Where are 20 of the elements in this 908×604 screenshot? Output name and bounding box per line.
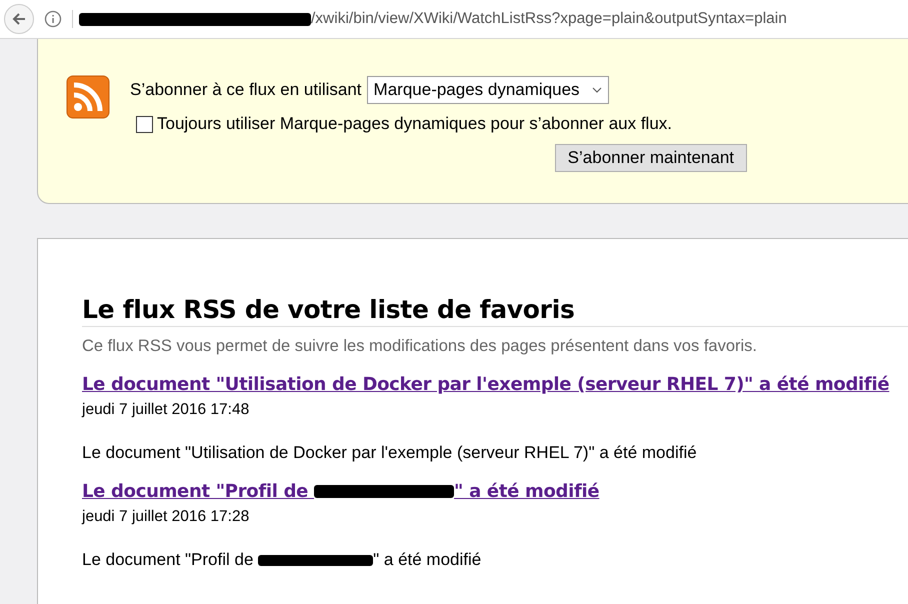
info-icon[interactable] [44, 10, 62, 28]
feed-title: Le flux RSS de votre liste de favoris [82, 295, 908, 327]
back-button[interactable] [4, 4, 34, 34]
entry-summary: Le document "Profil de [82, 550, 254, 570]
entry-summary: Le document "Utilisation de Docker par l'exemple (serveur RHEL 7)" a été modifié [82, 443, 697, 463]
feed-reader-dropdown[interactable]: Marque-pages dynamiques [366, 76, 609, 104]
checkbox[interactable] [136, 116, 153, 132]
checkbox-label: Toujours utiliser Marque-pages dynamiques pour s’abonner aux flux. [157, 114, 672, 134]
entry-link[interactable]: Le document "Utilisation de Docker par l'exemple (serveur RHEL 7)" a été modifié [82, 374, 890, 395]
entry-link[interactable]: Le document "Profil de [82, 481, 314, 502]
entry-summary: " a été modifié [373, 550, 482, 570]
feed-description: Ce flux RSS vous permet de suivre les modifications des pages présentent dans vos favoris. [82, 337, 758, 356]
back-arrow-icon [11, 11, 27, 27]
entry-date: jeudi 7 juillet 2016 17:28 [82, 508, 250, 526]
entry-link[interactable]: " a été modifié [454, 481, 600, 502]
chevron-down-icon [592, 87, 602, 93]
subscribe-button[interactable]: S’abonner maintenant [554, 144, 748, 172]
rss-feed-icon [66, 75, 110, 119]
subscribe-label: S’abonner à ce flux en utilisant [130, 80, 362, 100]
entry-date: jeudi 7 juillet 2016 17:48 [82, 401, 250, 419]
